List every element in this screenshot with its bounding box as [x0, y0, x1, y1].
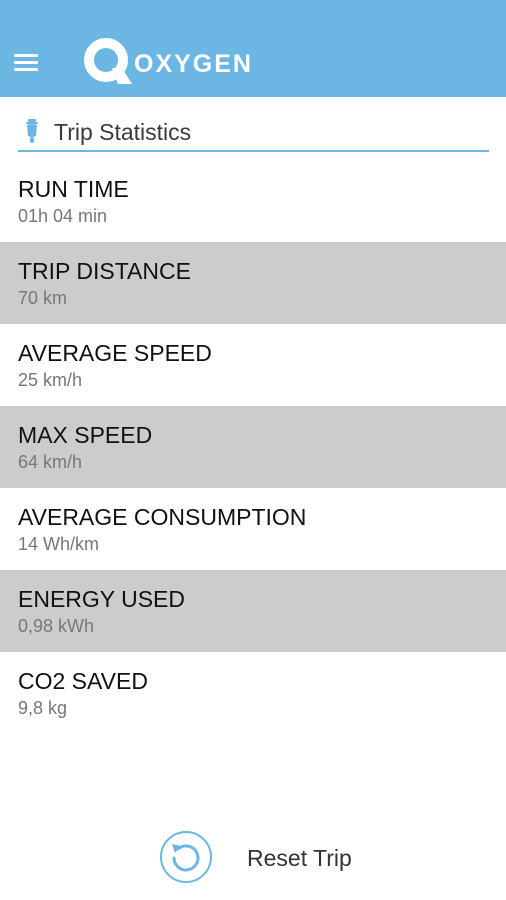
stat-value: 25 km/h: [18, 370, 83, 390]
reset-trip-label[interactable]: Reset Trip: [247, 845, 352, 871]
section-title: Trip Statistics: [54, 119, 192, 145]
stat-label: ENERGY USED: [18, 586, 186, 612]
stat-row-run-time: RUN TIME 01h 04 min: [0, 160, 506, 242]
stat-row-max-speed: MAX SPEED 64 km/h: [0, 406, 506, 488]
stat-value: 70 km: [18, 288, 68, 308]
oxygen-logo: OXYGEN: [84, 38, 254, 88]
stat-row-co2-saved: CO2 SAVED 9,8 kg: [0, 652, 506, 734]
hamburger-menu-icon[interactable]: [14, 54, 38, 72]
stat-row-average-consumption: AVERAGE CONSUMPTION 14 Wh/km: [0, 488, 506, 570]
section-header: Trip Statistics: [18, 112, 489, 152]
stat-value: 0,98 kWh: [18, 616, 95, 636]
stat-row-average-speed: AVERAGE SPEED 25 km/h: [0, 324, 506, 406]
reset-icon[interactable]: [159, 830, 213, 884]
stat-row-trip-distance: TRIP DISTANCE 70 km: [0, 242, 506, 324]
logo-text: OXYGEN: [134, 50, 253, 78]
stat-label: RUN TIME: [18, 176, 129, 202]
stat-row-energy-used: ENERGY USED 0,98 kWh: [0, 570, 506, 652]
stat-label: AVERAGE CONSUMPTION: [18, 504, 307, 530]
stat-value: 14 Wh/km: [18, 534, 100, 554]
app-screen: OXYGEN Trip Statistics RUN TIME 01h 04 m…: [0, 0, 506, 900]
stat-label: TRIP DISTANCE: [18, 258, 191, 284]
logo-mark-icon: [84, 38, 132, 84]
trip-stats-list: RUN TIME 01h 04 min TRIP DISTANCE 70 km …: [0, 160, 506, 734]
stat-value: 01h 04 min: [18, 206, 108, 226]
stat-label: AVERAGE SPEED: [18, 340, 212, 366]
reset-trip-button[interactable]: Reset Trip: [159, 830, 379, 886]
stat-value: 64 km/h: [18, 452, 83, 472]
stat-value: 9,8 kg: [18, 698, 68, 718]
top-bar: OXYGEN: [0, 0, 506, 97]
scooter-icon: [26, 119, 38, 143]
stat-label: MAX SPEED: [18, 422, 153, 448]
stat-label: CO2 SAVED: [18, 668, 148, 694]
